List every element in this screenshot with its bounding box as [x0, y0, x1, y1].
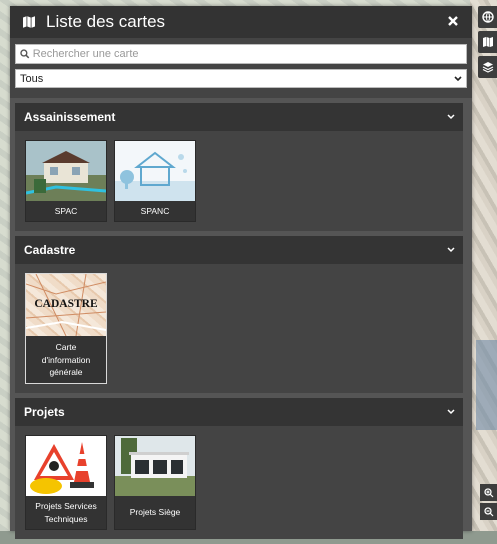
map-card-label: Projets Services Techniques — [35, 501, 97, 524]
section-header-assainissement[interactable]: Assainissement — [15, 103, 463, 131]
close-button[interactable] — [444, 13, 462, 31]
map-card-label: SPAC — [54, 206, 78, 216]
maps-list[interactable]: Assainissement SPAC SPANC Cadastre CADAS… — [10, 98, 472, 539]
section-projets: Projets Projets Services Techniques Proj… — [15, 398, 463, 539]
panel-title: Liste des cartes — [46, 12, 166, 31]
search-box[interactable] — [15, 44, 467, 64]
map-thumbnail-projets-services-techniques — [26, 436, 106, 497]
search-input[interactable] — [29, 48, 462, 60]
maps-list-tool-button[interactable] — [478, 31, 497, 53]
section-cadastre: Cadastre CADASTRE Carte d'information gé… — [15, 236, 463, 394]
chevron-down-icon[interactable] — [447, 247, 455, 253]
layers-tool-button[interactable] — [478, 56, 497, 78]
map-card-label: SPANC — [140, 206, 170, 216]
chevron-down-icon[interactable] — [447, 409, 455, 415]
map-card-cadastre[interactable]: CADASTRE Carte d'information générale — [25, 273, 107, 385]
chevron-down-icon[interactable] — [447, 114, 455, 120]
section-label: Cadastre — [24, 243, 76, 258]
close-icon — [448, 16, 458, 26]
panel-header: Liste des cartes — [10, 6, 472, 38]
section-header-projets[interactable]: Projets — [15, 398, 463, 427]
map-card-label: Carte d'information générale — [41, 342, 91, 377]
section-assainissement: Assainissement SPAC SPANC — [15, 103, 463, 232]
section-label: Projets — [24, 405, 65, 420]
globe-tool-button[interactable] — [478, 6, 497, 28]
chevron-down-icon — [454, 75, 462, 81]
map-card-spanc[interactable]: SPANC — [114, 140, 196, 223]
map-card-projets-siege[interactable]: Projets Siège — [114, 435, 196, 530]
map-thumbnail-spac — [26, 141, 106, 201]
map-thumbnail-spanc — [115, 141, 195, 201]
map-card-spac[interactable]: SPAC — [25, 140, 107, 223]
zoom-out-button[interactable] — [480, 503, 497, 520]
zoom-in-button[interactable] — [480, 484, 497, 501]
zoom-controls — [480, 484, 497, 522]
zoom-out-icon — [483, 506, 493, 516]
section-header-cadastre[interactable]: Cadastre — [15, 236, 463, 265]
maps-list-panel: Liste des cartes Tous Assainissement — [10, 6, 472, 539]
map-toolbar — [478, 6, 497, 81]
cadastre-thumbnail-text: CADASTRE — [34, 298, 98, 311]
search-icon — [20, 49, 30, 59]
zoom-in-icon — [483, 487, 493, 497]
map-card-projets-services-techniques[interactable]: Projets Services Techniques — [25, 435, 107, 530]
map-card-label: Projets Siège — [129, 507, 181, 518]
map-icon — [482, 37, 493, 47]
category-filter-value: Tous — [20, 72, 44, 85]
section-label: Assainissement — [24, 110, 116, 124]
category-filter-select[interactable]: Tous — [15, 69, 467, 88]
map-thumbnail-projets-siege — [115, 436, 195, 497]
globe-icon — [481, 11, 494, 23]
map-thumbnail-cadastre: CADASTRE — [26, 274, 106, 337]
map-icon — [23, 16, 35, 28]
layers-icon — [482, 62, 493, 73]
